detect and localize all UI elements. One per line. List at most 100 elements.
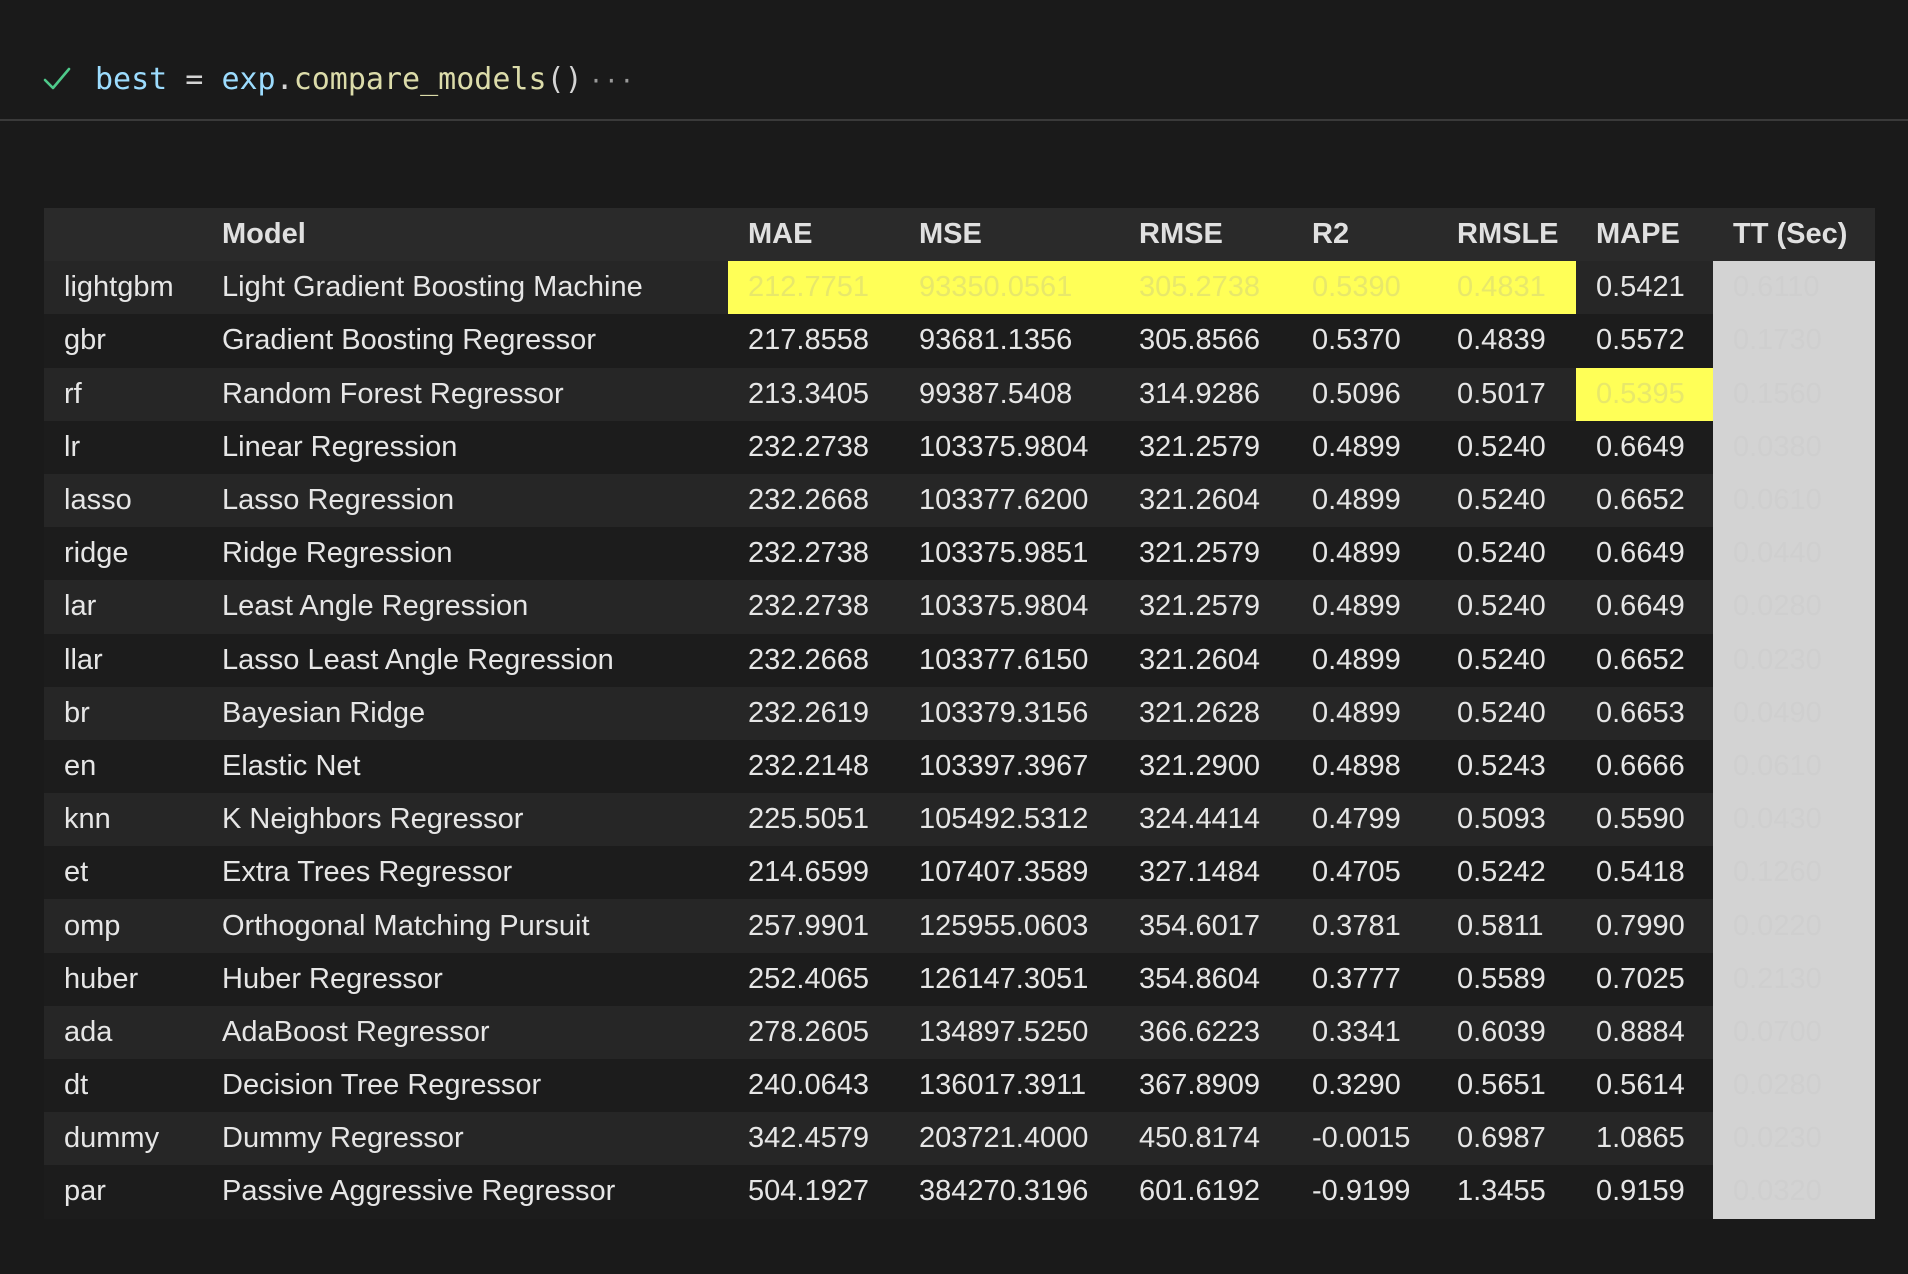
cell-rmsle: 0.5811	[1437, 899, 1576, 953]
cell-mse: 134897.5250	[899, 1005, 1119, 1059]
cell-model: Lasso Regression	[202, 473, 728, 528]
table-row: llar Lasso Least Angle Regression 232.2668…	[44, 633, 1875, 687]
column-header-index	[44, 208, 202, 262]
cell-model: Huber Regressor	[202, 952, 728, 1006]
cell-index: dt	[44, 1059, 202, 1113]
cell-rmse: 327.1484	[1119, 846, 1292, 900]
cell-mape: 0.6649	[1576, 580, 1713, 634]
cell-r2: 0.4899	[1292, 473, 1437, 528]
cell-tt-sec: 0.0230	[1713, 633, 1875, 687]
cell-mse: 103377.6150	[899, 633, 1119, 687]
cell-r2: 0.5390	[1292, 261, 1437, 315]
table-body: lightgbm Light Gradient Boosting Machine 2…	[44, 261, 1875, 1219]
notebook-cell-header: best = exp.compare_models() ···	[0, 0, 1908, 121]
cell-model: Linear Regression	[202, 420, 728, 474]
cell-model: Random Forest Regressor	[202, 367, 728, 421]
cell-rmsle: 0.5240	[1437, 580, 1576, 634]
cell-mae: 232.2738	[728, 580, 899, 634]
cell-rmse: 321.2900	[1119, 739, 1292, 794]
cell-tt-sec: 0.6110	[1713, 261, 1875, 315]
cell-mse: 103377.6200	[899, 473, 1119, 528]
cell-r2: 0.3341	[1292, 1005, 1437, 1059]
cell-index: lasso	[44, 473, 202, 528]
table-row: lasso Lasso Regression 232.2668 103377.6200…	[44, 473, 1875, 528]
cell-rmse: 305.8566	[1119, 314, 1292, 368]
cell-model: K Neighbors Regressor	[202, 793, 728, 847]
cell-tt-sec: 0.1260	[1713, 846, 1875, 900]
cell-mape: 0.6652	[1576, 633, 1713, 687]
cell-tt-sec: 0.1560	[1713, 367, 1875, 421]
cell-r2: 0.5370	[1292, 314, 1437, 368]
cell-tt-sec: 0.0490	[1713, 686, 1875, 740]
cell-mape: 0.5614	[1576, 1059, 1713, 1113]
cell-mape: 0.5590	[1576, 793, 1713, 847]
cell-rmsle: 0.5651	[1437, 1059, 1576, 1113]
cell-r2: 0.4899	[1292, 420, 1437, 474]
cell-rmsle: 0.5589	[1437, 952, 1576, 1006]
table-row: et Extra Trees Regressor 214.6599 107407.35…	[44, 846, 1875, 900]
cell-mse: 93350.0561	[899, 261, 1119, 315]
cell-rmsle: 0.5017	[1437, 367, 1576, 421]
cell-mape: 1.0865	[1576, 1112, 1713, 1166]
cell-model: Decision Tree Regressor	[202, 1059, 728, 1113]
cell-mae: 240.0643	[728, 1059, 899, 1113]
cell-rmsle: 1.3455	[1437, 1165, 1576, 1219]
cell-rmse: 321.2579	[1119, 527, 1292, 581]
cell-r2: 0.4898	[1292, 739, 1437, 794]
cell-mse: 103397.3967	[899, 739, 1119, 794]
cell-rmsle: 0.5242	[1437, 846, 1576, 900]
cell-mape: 0.5395	[1576, 367, 1713, 421]
cell-tt-sec: 0.0610	[1713, 473, 1875, 528]
cell-rmsle: 0.5240	[1437, 527, 1576, 581]
cell-rmsle: 0.5243	[1437, 739, 1576, 794]
cell-rmse: 354.8604	[1119, 952, 1292, 1006]
more-actions-button[interactable]: ···	[589, 67, 635, 95]
cell-r2: 0.4799	[1292, 793, 1437, 847]
cell-rmsle: 0.5240	[1437, 633, 1576, 687]
cell-mae: 217.8558	[728, 314, 899, 368]
cell-rmsle: 0.4831	[1437, 261, 1576, 315]
cell-mae: 232.2738	[728, 527, 899, 581]
code-dot: .	[275, 62, 294, 97]
cell-tt-sec: 0.0700	[1713, 1005, 1875, 1059]
cell-index: gbr	[44, 314, 202, 368]
cell-index: knn	[44, 793, 202, 847]
code-line[interactable]: best = exp.compare_models() ···	[95, 60, 635, 101]
cell-tt-sec: 0.0280	[1713, 580, 1875, 634]
cell-tt-sec: 0.0230	[1713, 1112, 1875, 1166]
cell-model: Elastic Net	[202, 739, 728, 794]
table-row: huber Huber Regressor 252.4065 126147.3051 3…	[44, 952, 1875, 1006]
cell-mse: 103375.9851	[899, 527, 1119, 581]
table-row: dummy Dummy Regressor 342.4579 203721.4000 4…	[44, 1112, 1875, 1166]
cell-r2: -0.9199	[1292, 1165, 1437, 1219]
cell-index: br	[44, 686, 202, 740]
cell-rmse: 321.2579	[1119, 580, 1292, 634]
cell-model: AdaBoost Regressor	[202, 1005, 728, 1059]
cell-tt-sec: 0.0280	[1713, 1059, 1875, 1113]
cell-mae: 504.1927	[728, 1165, 899, 1219]
cell-index: dummy	[44, 1112, 202, 1166]
cell-model: Extra Trees Regressor	[202, 846, 728, 900]
cell-rmse: 321.2628	[1119, 686, 1292, 740]
cell-mape: 0.6653	[1576, 686, 1713, 740]
cell-r2: 0.4899	[1292, 580, 1437, 634]
cell-mse: 103375.9804	[899, 580, 1119, 634]
cell-model: Bayesian Ridge	[202, 686, 728, 740]
cell-tt-sec: 0.2130	[1713, 952, 1875, 1006]
cell-mae: 342.4579	[728, 1112, 899, 1166]
column-header-r2: R2	[1292, 208, 1437, 262]
table-row: lr Linear Regression 232.2738 103375.9804 32…	[44, 420, 1875, 474]
table-row: dt Decision Tree Regressor 240.0643 136017.…	[44, 1059, 1875, 1113]
cell-mae: 232.2668	[728, 473, 899, 528]
column-header-mape: MAPE	[1576, 208, 1713, 262]
code-object: exp	[221, 62, 276, 97]
cell-rmse: 324.4414	[1119, 793, 1292, 847]
cell-mae: 257.9901	[728, 899, 899, 953]
cell-index: huber	[44, 952, 202, 1006]
cell-r2: 0.3777	[1292, 952, 1437, 1006]
cell-mse: 384270.3196	[899, 1165, 1119, 1219]
cell-rmse: 367.8909	[1119, 1059, 1292, 1113]
cell-rmse: 601.6192	[1119, 1165, 1292, 1219]
cell-rmse: 305.2738	[1119, 261, 1292, 315]
cell-index: lightgbm	[44, 261, 202, 315]
